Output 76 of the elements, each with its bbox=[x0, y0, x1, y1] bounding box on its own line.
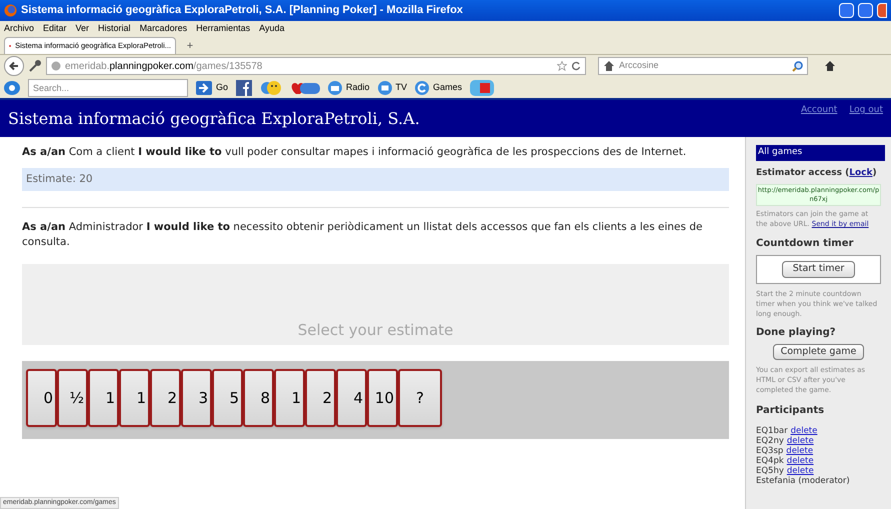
bookmark-icon-link[interactable] bbox=[236, 80, 252, 96]
web-search-box[interactable]: Arccosine bbox=[598, 57, 808, 75]
menu-item[interactable]: Archivo bbox=[4, 22, 34, 36]
estimate-bar: Estimate: 20 bbox=[22, 168, 729, 191]
search-icon bbox=[792, 60, 803, 72]
estimate-card[interactable]: 1 bbox=[88, 369, 119, 427]
key-icon bbox=[28, 59, 42, 73]
bookmark-link[interactable]: Games bbox=[415, 80, 462, 94]
story-text: As a/an Administrador I would like to necessito obtenir periòdicament un llistat dels accessos que fan els clients a les eines de consulta. bbox=[22, 220, 704, 250]
estimate-card[interactable]: 1 bbox=[274, 369, 305, 427]
reload-icon[interactable] bbox=[571, 61, 581, 71]
header-link[interactable]: Log out bbox=[849, 104, 883, 118]
bookmark-link[interactable]: Go bbox=[196, 80, 228, 94]
estimate-card[interactable]: 3 bbox=[181, 369, 212, 427]
games-icon bbox=[415, 80, 430, 94]
participant-name: EQ1bar bbox=[756, 426, 788, 436]
delete-link[interactable]: delete bbox=[786, 456, 814, 466]
estimate-card[interactable]: ½ bbox=[57, 369, 88, 427]
toolbar-logo-icon[interactable] bbox=[4, 80, 20, 94]
estimate-card[interactable]: ? bbox=[398, 369, 442, 427]
toolbar-search-field[interactable]: Search... bbox=[28, 78, 188, 96]
delete-link[interactable]: delete bbox=[786, 436, 814, 446]
estimate-card[interactable]: 1 bbox=[119, 369, 150, 427]
estimate-card[interactable]: 10 bbox=[367, 369, 398, 427]
tv-icon bbox=[378, 80, 392, 94]
firefox-icon bbox=[4, 4, 17, 17]
back-arrow-icon bbox=[9, 61, 19, 71]
participant-name: EQ2ny bbox=[756, 436, 784, 446]
bookmark-icon-link[interactable] bbox=[260, 80, 282, 96]
estimate-card[interactable]: 0 bbox=[26, 369, 57, 427]
bookmark-icon-link[interactable] bbox=[470, 80, 494, 96]
complete-game-button[interactable]: Complete game bbox=[772, 344, 864, 360]
site-title: Sistema informació geogràfica ExploraPetroli, S.A. bbox=[8, 108, 421, 130]
section-heading: Estimator access (Lock) bbox=[756, 166, 878, 180]
participant-name: EQ5hy bbox=[756, 466, 784, 476]
bookmark-link[interactable]: TV bbox=[378, 80, 408, 94]
smiley-icon bbox=[260, 80, 282, 96]
delete-link[interactable]: delete bbox=[786, 466, 814, 476]
menu-item[interactable]: Herramientas bbox=[196, 22, 250, 36]
web-search-field[interactable]: Arccosine bbox=[619, 59, 788, 73]
estimate-prompt-area: Select your estimate bbox=[22, 264, 729, 345]
close-button[interactable] bbox=[877, 3, 887, 18]
menu-item[interactable]: Marcadores bbox=[140, 22, 188, 36]
estimate-card[interactable]: 2 bbox=[150, 369, 181, 427]
new-tab-button[interactable]: + bbox=[180, 39, 200, 54]
back-button[interactable] bbox=[4, 56, 24, 76]
facebook-icon bbox=[236, 80, 252, 96]
window-title: Sistema informació geogràfica ExploraPetroli, S.A. [Planning Poker] - Mozilla Firefox bbox=[21, 3, 464, 18]
menu-item[interactable]: Historial bbox=[98, 22, 131, 36]
section-heading: Done playing? bbox=[756, 326, 837, 340]
delete-link[interactable]: delete bbox=[786, 446, 814, 456]
minimize-button[interactable] bbox=[839, 3, 854, 18]
section-heading: Participants bbox=[756, 404, 826, 418]
maximize-button[interactable] bbox=[858, 3, 873, 18]
radio-icon bbox=[328, 80, 342, 94]
estimate-card[interactable]: 2 bbox=[305, 369, 336, 427]
estimate-card[interactable]: 4 bbox=[336, 369, 367, 427]
menu-item[interactable]: Ayuda bbox=[259, 22, 284, 36]
participant-name: EQ3sp bbox=[756, 446, 784, 456]
section-heading: Countdown timer bbox=[756, 237, 854, 251]
delete-link[interactable]: delete bbox=[790, 426, 818, 436]
video-icon bbox=[470, 80, 494, 96]
estimate-card[interactable]: 5 bbox=[212, 369, 243, 427]
story-text: As a/an Com a client I would like to vull poder consultar mapes i informació geogràfica de les prospeccions des de Internet. bbox=[22, 145, 688, 160]
bookmark-link[interactable]: Radio bbox=[328, 80, 370, 94]
all-games-link[interactable]: All games bbox=[756, 145, 885, 160]
lock-link[interactable]: Lock bbox=[849, 168, 872, 178]
participant-name: EQ4pk bbox=[756, 456, 784, 466]
menu-item[interactable]: Editar bbox=[43, 22, 67, 36]
star-icon[interactable] bbox=[557, 61, 567, 71]
participant-name: Estefania (moderator) bbox=[756, 476, 850, 486]
address-bar[interactable]: emeridab.planningpoker.com/games/135578 bbox=[46, 57, 586, 75]
header-link[interactable]: Account bbox=[800, 104, 838, 118]
start-timer-button[interactable]: Start timer bbox=[782, 261, 856, 278]
menu-item[interactable]: Ver bbox=[76, 22, 90, 36]
estimate-card[interactable]: 8 bbox=[243, 369, 274, 427]
